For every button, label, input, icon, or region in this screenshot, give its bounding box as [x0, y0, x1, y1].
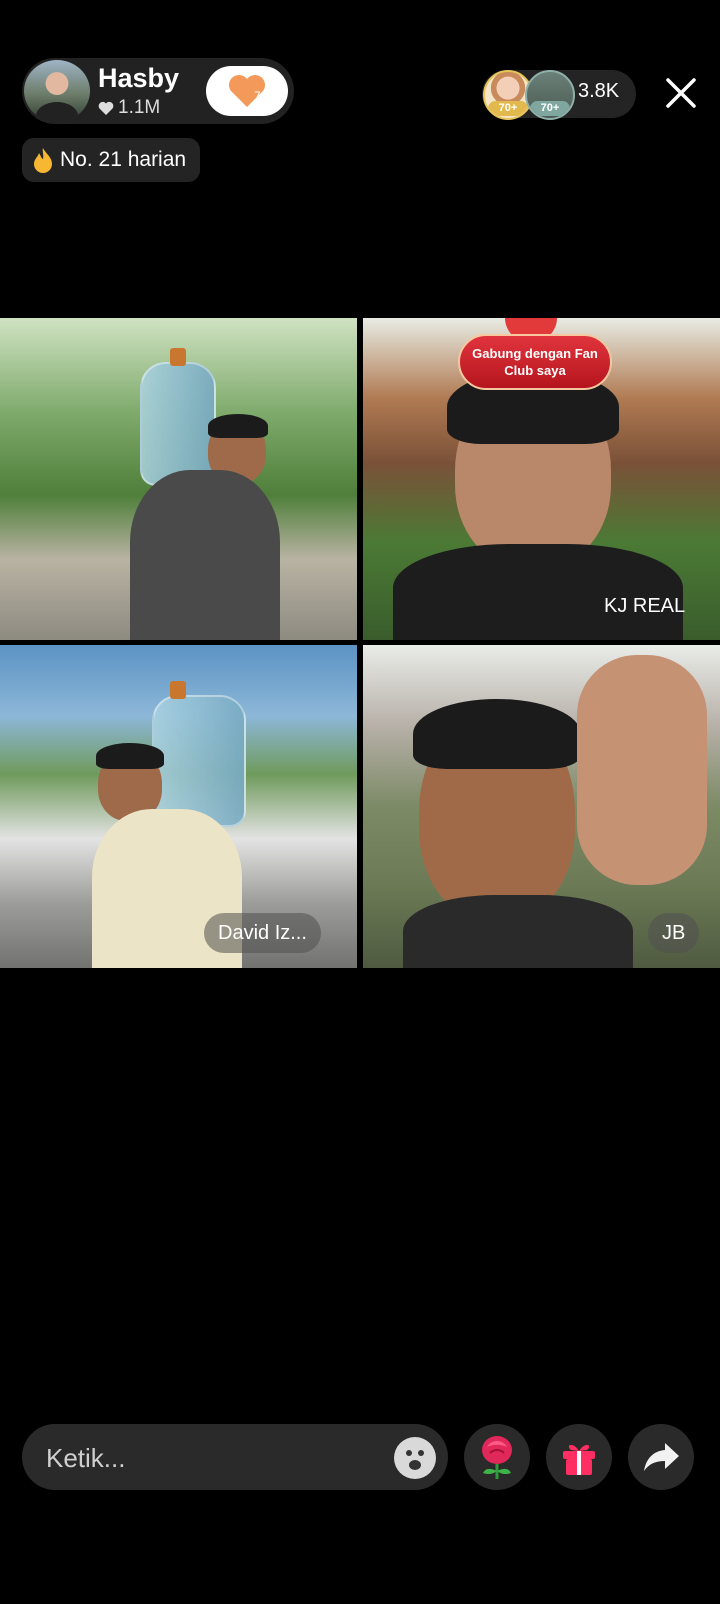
- top-viewer-avatar-2[interactable]: 70+: [525, 70, 575, 120]
- host-likes: 1.1M: [98, 97, 160, 119]
- follow-heart-button[interactable]: 7: [206, 66, 288, 116]
- flame-icon: [34, 148, 52, 173]
- orange-heart-icon: 7: [229, 75, 265, 107]
- viewer-count[interactable]: 3.8K: [578, 80, 619, 103]
- participant-name-label: KJ REAL: [604, 595, 686, 617]
- fan-club-banner[interactable]: Gabung dengan Fan Club saya: [458, 334, 612, 390]
- close-icon[interactable]: [664, 76, 698, 110]
- gift-button[interactable]: [546, 1424, 612, 1490]
- share-icon: [644, 1443, 679, 1471]
- video-tile-david[interactable]: David Iz...: [0, 645, 357, 968]
- emoji-icon[interactable]: [394, 1437, 436, 1479]
- video-tile-host[interactable]: [0, 318, 357, 640]
- video-tile-jb[interactable]: JB: [363, 645, 720, 968]
- share-button[interactable]: [628, 1424, 694, 1490]
- rose-icon: [482, 1436, 512, 1479]
- rank-text: No. 21 harian: [60, 148, 187, 171]
- viewer-level-badge: 70+: [530, 101, 570, 116]
- viewer-level-badge: 70+: [488, 101, 528, 116]
- gift-icon: [563, 1444, 595, 1475]
- daily-rank-badge[interactable]: No. 21 harian: [22, 138, 201, 182]
- host-avatar[interactable]: [24, 60, 90, 122]
- comment-placeholder[interactable]: Ketik...: [46, 1443, 125, 1474]
- host-name[interactable]: Hasby: [98, 63, 179, 94]
- rose-gift-button[interactable]: [464, 1424, 530, 1490]
- host-likes-count: 1.1M: [118, 97, 161, 118]
- participant-name-label: David Iz...: [204, 913, 321, 953]
- heart-icon: [98, 101, 114, 115]
- follow-level-text: 7: [254, 89, 261, 103]
- participant-name-label: JB: [648, 913, 700, 953]
